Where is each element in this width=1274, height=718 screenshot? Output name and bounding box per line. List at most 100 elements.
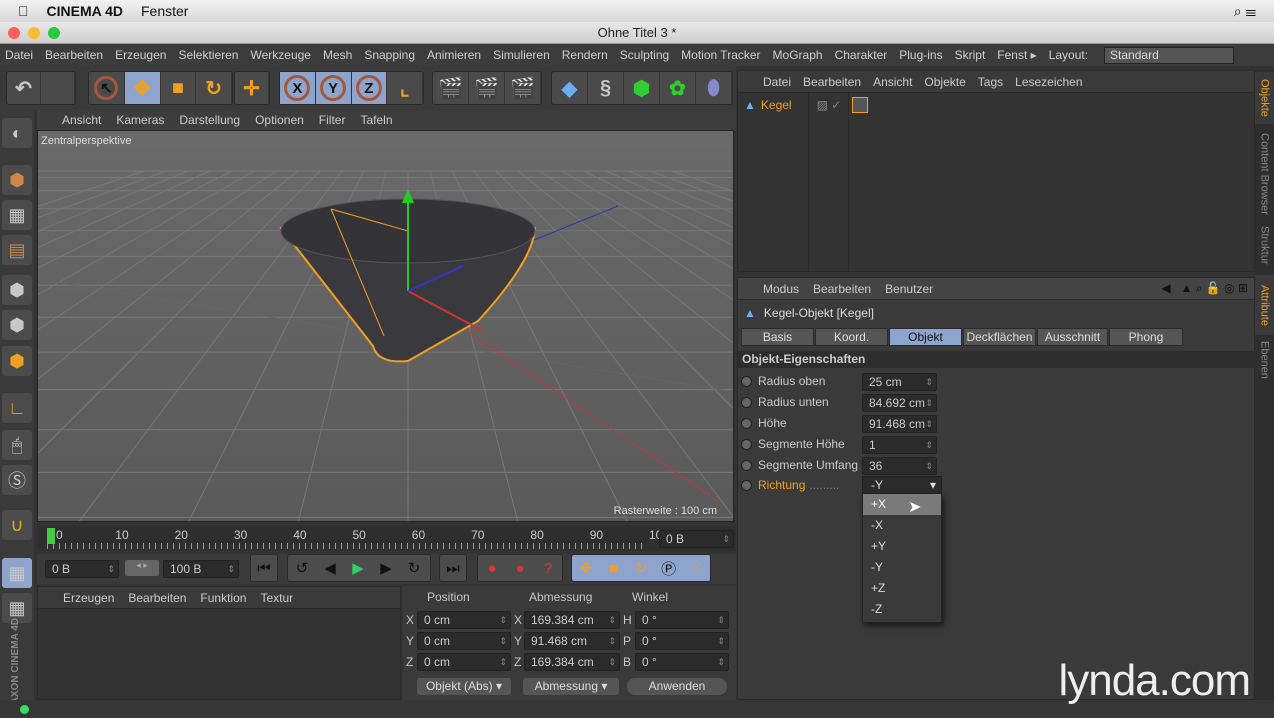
next-key-button[interactable]: ↻ bbox=[400, 555, 428, 581]
close-button[interactable] bbox=[8, 27, 20, 39]
viewport-menu-item[interactable]: Darstellung bbox=[179, 113, 240, 127]
menu-item[interactable]: MoGraph bbox=[773, 48, 823, 62]
make-editable-icon[interactable]: ◐ bbox=[2, 118, 32, 148]
select-tool[interactable]: ↖ bbox=[89, 72, 125, 104]
timeline-ruler[interactable] bbox=[47, 543, 647, 549]
workplane-lock-icon[interactable]: ▦ bbox=[2, 558, 32, 588]
workplane-icon[interactable]: ▤ bbox=[2, 235, 32, 265]
animate-dot[interactable] bbox=[741, 438, 752, 450]
attr-menu-modus[interactable]: Modus bbox=[763, 282, 799, 296]
animate-dot[interactable] bbox=[741, 479, 752, 491]
object-row-kegel[interactable]: ▲ Kegel ▨ ✓ bbox=[744, 97, 869, 113]
menu-item[interactable]: Animieren bbox=[427, 48, 481, 62]
attr-nav-icons[interactable]: ◀ ▲ ⌕ 🔓 ◎ ⊞ bbox=[1161, 281, 1248, 296]
menu-item[interactable]: Motion Tracker bbox=[681, 48, 760, 62]
direction-option[interactable]: +Y bbox=[863, 536, 941, 557]
spline-pen-icon[interactable]: § bbox=[588, 72, 624, 104]
subdivision-icon[interactable]: ⬢ bbox=[624, 72, 660, 104]
direction-dropdown[interactable]: -Y ▾ bbox=[862, 476, 942, 494]
attr-menu-benutzer[interactable]: Benutzer bbox=[885, 282, 933, 296]
cloner-icon[interactable]: ✿ bbox=[660, 72, 696, 104]
prev-key-button[interactable]: ↺ bbox=[288, 555, 316, 581]
tab-phong[interactable]: Phong bbox=[1109, 328, 1183, 346]
animate-dot[interactable] bbox=[741, 396, 752, 408]
rotate-tool[interactable]: ↻ bbox=[196, 72, 232, 104]
model-mode-icon[interactable]: ⬢ bbox=[2, 165, 32, 195]
redo-button[interactable] bbox=[41, 72, 75, 104]
object-menu-item[interactable]: Lesezeichen bbox=[1015, 75, 1082, 89]
mat-menu-erzeugen[interactable]: Erzeugen bbox=[63, 591, 114, 605]
coordinate-system-icon[interactable]: ⌞ bbox=[387, 72, 423, 104]
render-settings-icon[interactable]: 🎬 bbox=[505, 72, 541, 104]
animate-dot[interactable] bbox=[741, 417, 752, 429]
key-param-icon[interactable]: Ⓟ bbox=[655, 555, 683, 581]
tab-ebenen[interactable]: Ebenen bbox=[1255, 338, 1274, 382]
move-tool[interactable]: ✥ bbox=[124, 72, 161, 104]
animate-dot[interactable] bbox=[741, 375, 752, 387]
menu-item[interactable]: Erzeugen bbox=[115, 48, 166, 62]
tab-content-browser[interactable]: Content Browser bbox=[1255, 126, 1274, 222]
end-frame-field[interactable]: 100 B bbox=[163, 560, 239, 578]
record-key-icon[interactable]: ● bbox=[478, 555, 506, 581]
attr-menu-bearbeiten[interactable]: Bearbeiten bbox=[813, 282, 871, 296]
tab-objekt[interactable]: Objekt bbox=[889, 328, 962, 346]
size-field[interactable]: 91.468 cm bbox=[524, 632, 620, 650]
app-menu[interactable]: CINEMA 4D bbox=[47, 3, 124, 19]
menu-item[interactable]: Simulieren bbox=[493, 48, 550, 62]
key-position-icon[interactable]: ✥ bbox=[572, 555, 600, 581]
viewport-menu-item[interactable]: Optionen bbox=[255, 113, 304, 127]
range-slider[interactable]: ◂ ▸ bbox=[125, 560, 159, 576]
direction-option[interactable]: -Z bbox=[863, 599, 941, 620]
menu-item[interactable]: Charakter bbox=[835, 48, 888, 62]
mat-menu-bearbeiten[interactable]: Bearbeiten bbox=[128, 591, 186, 605]
axis-x-button[interactable]: X bbox=[280, 72, 316, 104]
minimize-button[interactable] bbox=[28, 27, 40, 39]
viewport-menu-item[interactable]: Tafeln bbox=[360, 113, 392, 127]
menu-item[interactable]: Rendern bbox=[562, 48, 608, 62]
apple-icon[interactable]:  bbox=[18, 3, 29, 19]
tab-attribute[interactable]: Attribute bbox=[1255, 275, 1274, 335]
size-field[interactable]: 169.384 cm bbox=[524, 653, 620, 671]
position-field[interactable]: 0 cm bbox=[417, 653, 511, 671]
magnet-icon[interactable]: ∪ bbox=[2, 510, 32, 540]
prop-value-field[interactable]: 84.692 cm bbox=[862, 394, 937, 412]
position-field[interactable]: 0 cm bbox=[417, 611, 511, 629]
current-frame-field[interactable]: 0 B bbox=[659, 530, 734, 548]
search-icon[interactable]: ⌕ ☰ bbox=[1234, 3, 1256, 20]
menu-item[interactable]: Werkzeuge bbox=[250, 48, 310, 62]
mat-menu-funktion[interactable]: Funktion bbox=[200, 591, 246, 605]
rotation-field[interactable]: 0 ° bbox=[635, 653, 729, 671]
deformer-icon[interactable]: ⬮ bbox=[696, 72, 732, 104]
size-mode-dropdown[interactable]: Abmessung ▾ bbox=[523, 678, 619, 695]
snapping-icon[interactable]: Ⓢ bbox=[2, 465, 32, 495]
axis-y-button[interactable]: Y bbox=[315, 72, 352, 104]
texture-mode-icon[interactable]: ▦ bbox=[2, 200, 32, 230]
playhead[interactable] bbox=[47, 528, 55, 544]
direction-option[interactable]: -Y bbox=[863, 557, 941, 578]
render-view-icon[interactable]: 🎬 bbox=[433, 72, 469, 104]
menu-item[interactable]: Bearbeiten bbox=[45, 48, 103, 62]
menu-item[interactable]: Datei bbox=[5, 48, 33, 62]
object-menu-item[interactable]: Tags bbox=[978, 75, 1003, 89]
points-mode-icon[interactable]: ⬢ bbox=[2, 275, 32, 305]
key-rotation-icon[interactable]: ↻ bbox=[627, 555, 655, 581]
tab-struktur[interactable]: Struktur bbox=[1255, 225, 1274, 265]
next-frame-button[interactable]: ▶ bbox=[372, 555, 400, 581]
menu-item[interactable]: Fenst ▸ bbox=[997, 48, 1036, 62]
mat-menu-textur[interactable]: Textur bbox=[260, 591, 293, 605]
apply-button[interactable]: Anwenden bbox=[627, 678, 727, 695]
size-field[interactable]: 169.384 cm bbox=[524, 611, 620, 629]
go-to-end-button[interactable]: ⏭ bbox=[440, 555, 466, 581]
render-picture-viewer-icon[interactable]: 🎬 bbox=[469, 72, 505, 104]
object-menu-item[interactable]: Objekte bbox=[924, 75, 965, 89]
tweak-mode-icon[interactable]: 🖱 bbox=[2, 430, 32, 460]
zoom-button[interactable] bbox=[48, 27, 60, 39]
edges-mode-icon[interactable]: ⬢ bbox=[2, 310, 32, 340]
layout-dropdown[interactable]: Standard bbox=[1104, 46, 1235, 64]
rotation-field[interactable]: 0 ° bbox=[635, 611, 729, 629]
menu-item[interactable]: Sculpting bbox=[620, 48, 669, 62]
phong-tag-icon[interactable] bbox=[852, 97, 869, 113]
rotation-field[interactable]: 0 ° bbox=[635, 632, 729, 650]
direction-option[interactable]: +Z bbox=[863, 578, 941, 599]
prop-value-field[interactable]: 91.468 cm bbox=[862, 415, 937, 433]
